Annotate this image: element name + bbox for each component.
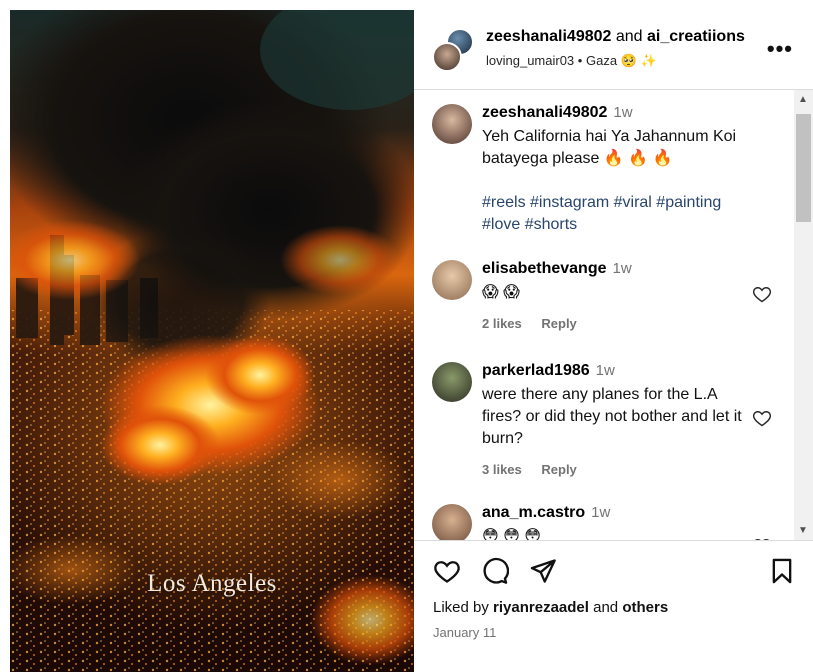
heart-icon[interactable] bbox=[752, 408, 772, 428]
avatar[interactable] bbox=[432, 504, 472, 540]
post-media[interactable]: Los Angeles bbox=[10, 10, 414, 672]
comment-item: ana_m.castro 1w 😳 😳 😳 bbox=[432, 504, 792, 540]
comment-meta: 3 likes Reply bbox=[482, 462, 593, 477]
subtitle-separator: • bbox=[577, 53, 583, 68]
caption-body: Yeh California hai Ya Jahannum Koi batay… bbox=[482, 128, 737, 167]
share-icon[interactable] bbox=[529, 557, 557, 585]
comment-text: were there any planes for the L.A fires?… bbox=[482, 386, 742, 447]
media-caption: Los Angeles bbox=[147, 570, 277, 597]
like-heart-icon[interactable] bbox=[433, 557, 461, 585]
comment-text: 😱 😱 bbox=[482, 284, 520, 301]
post-details-panel: zeeshanali49802 and ai_creatiions loving… bbox=[414, 10, 813, 672]
bookmark-icon[interactable] bbox=[768, 557, 796, 585]
comment-item: elisabethevange 1w 😱 😱 2 likes Reply bbox=[432, 260, 792, 340]
avatar bbox=[432, 42, 462, 72]
post-header: zeeshanali49802 and ai_creatiions loving… bbox=[414, 10, 813, 90]
scrollbar-thumb[interactable] bbox=[796, 114, 811, 222]
comment-time: 1w bbox=[595, 362, 615, 379]
caption-text: Yeh California hai Ya Jahannum Koi batay… bbox=[482, 126, 752, 236]
post-subtitle: loving_umair03 • Gaza 🥺 ✨ bbox=[486, 53, 657, 69]
post-date[interactable]: January 11 bbox=[433, 625, 496, 640]
heart-icon[interactable] bbox=[752, 284, 772, 304]
comment-text: 😳 😳 😳 bbox=[482, 528, 541, 540]
more-icon[interactable]: ••• bbox=[767, 36, 793, 62]
comment-username[interactable]: ana_m.castro 1w bbox=[482, 504, 610, 522]
scroll-up-icon[interactable]: ▲ bbox=[798, 94, 808, 105]
comment-likes[interactable]: 3 likes bbox=[482, 462, 522, 477]
comment-meta: 2 likes Reply bbox=[482, 316, 593, 331]
liked-by-text: Liked by riyanrezaadel and others bbox=[433, 599, 668, 616]
comment-likes[interactable]: 2 likes bbox=[482, 316, 522, 331]
comments-list: zeeshanali49802 1w Yeh California hai Ya … bbox=[414, 90, 813, 540]
author-link-primary[interactable]: zeeshanali49802 bbox=[486, 28, 611, 45]
reply-button[interactable]: Reply bbox=[541, 462, 576, 477]
liked-others-link[interactable]: others bbox=[622, 599, 668, 616]
instagram-post-window: Los Angeles zeeshanali49802 and ai_creat… bbox=[0, 0, 813, 672]
liked-and: and bbox=[593, 599, 619, 616]
comment-time: 1w bbox=[591, 504, 611, 521]
liked-prefix: Liked by bbox=[433, 599, 489, 616]
comment-username[interactable]: elisabethevange 1w bbox=[482, 260, 632, 278]
comment-icon[interactable] bbox=[481, 557, 509, 585]
location-link[interactable]: Gaza 🥺 ✨ bbox=[586, 53, 657, 68]
post-caption: zeeshanali49802 1w Yeh California hai Ya … bbox=[432, 104, 792, 244]
avatar[interactable] bbox=[432, 104, 472, 144]
caption-hashtags[interactable]: #reels #instagram #viral #painting #love… bbox=[482, 192, 752, 236]
liked-user-link[interactable]: riyanrezaadel bbox=[493, 599, 589, 616]
comments-scrollbar[interactable]: ▲ ▼ bbox=[794, 90, 813, 540]
post-authors: zeeshanali49802 and ai_creatiions bbox=[486, 28, 745, 46]
post-actions: Liked by riyanrezaadel and others Januar… bbox=[414, 540, 813, 672]
collab-avatars[interactable] bbox=[432, 28, 476, 72]
author-link-secondary[interactable]: ai_creatiions bbox=[647, 28, 745, 45]
reply-button[interactable]: Reply bbox=[541, 316, 576, 331]
comment-item: parkerlad1986 1w were there any planes fo… bbox=[432, 362, 792, 482]
audio-user-link[interactable]: loving_umair03 bbox=[486, 53, 574, 68]
comment-time: 1w bbox=[612, 260, 632, 277]
authors-and: and bbox=[615, 28, 643, 45]
caption-username[interactable]: zeeshanali49802 1w bbox=[482, 104, 633, 122]
avatar[interactable] bbox=[432, 362, 472, 402]
avatar[interactable] bbox=[432, 260, 472, 300]
scroll-down-icon[interactable]: ▼ bbox=[798, 525, 808, 536]
comment-username[interactable]: parkerlad1986 1w bbox=[482, 362, 615, 380]
caption-time: 1w bbox=[613, 104, 633, 121]
